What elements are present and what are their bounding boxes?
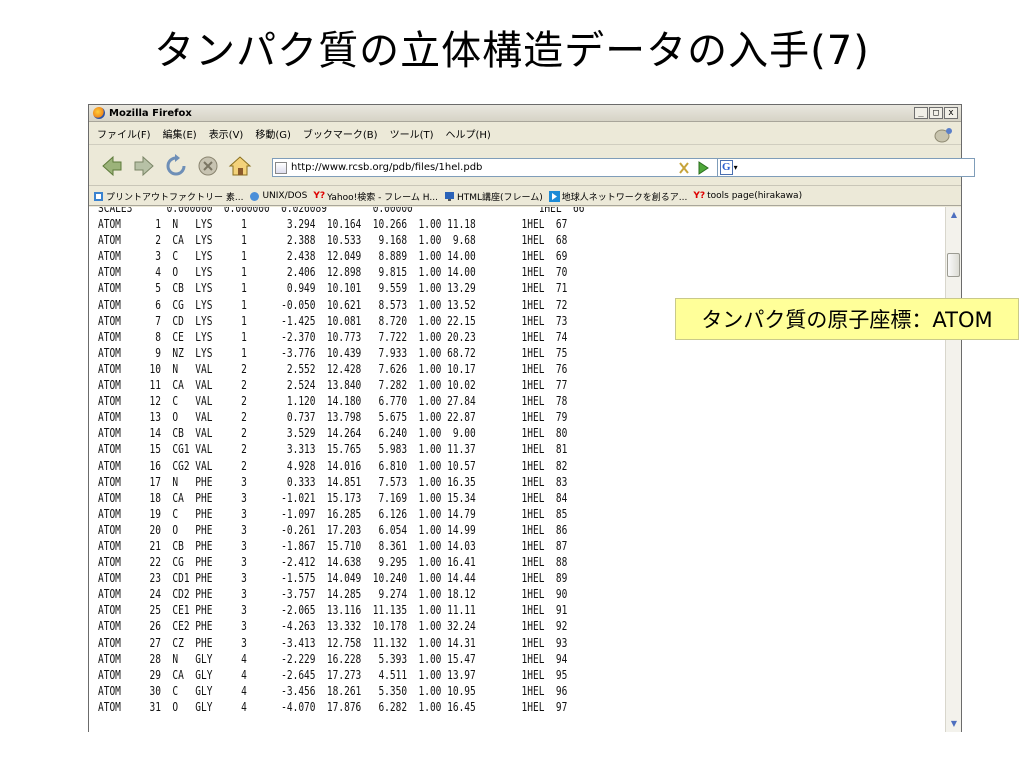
menu-bar: ファイル(F) 編集(E) 表示(V) 移動(G) ブックマーク(B) ツール(… (89, 123, 961, 145)
bookmark-label: 地球人ネットワークを創るア... (561, 192, 688, 203)
pdb-line: ATOM 18 CA PHE 3 -1.021 15.173 7.169 1.0… (98, 490, 568, 505)
throbber-icon (934, 128, 952, 143)
clear-icon[interactable] (678, 161, 690, 175)
bookmark-item[interactable]: HTML講座(フレーム) (444, 190, 543, 203)
url-text: http://www.rcsb.org/pdb/files/1hel.pdb (291, 162, 483, 173)
pdb-line: ATOM 5 CB LYS 1 0.949 10.101 9.559 1.00 … (98, 281, 568, 296)
scroll-thumb[interactable] (947, 253, 960, 277)
pdb-line: ATOM 26 CE2 PHE 3 -4.263 13.332 10.178 1… (98, 619, 568, 634)
bookmarks-toolbar: プリントアウトファクトリー 素... UNIX/DOS Y? Yahoo!検索 … (89, 187, 961, 206)
pdb-line: ATOM 22 CG PHE 3 -2.412 14.638 9.295 1.0… (98, 555, 568, 570)
google-icon: G (720, 160, 733, 175)
menu-view[interactable]: 表示(V) (209, 126, 244, 141)
pdb-line: ATOM 25 CE1 PHE 3 -2.065 13.116 11.135 1… (98, 603, 568, 618)
bookmark-item[interactable]: 地球人ネットワークを創るア... (548, 190, 688, 203)
pdb-line: ATOM 31 O GLY 4 -4.070 17.876 6.282 1.00… (98, 699, 568, 714)
pdb-line: ATOM 3 C LYS 1 2.438 12.049 8.889 1.00 1… (98, 249, 568, 264)
pdb-line: ATOM 6 CG LYS 1 -0.050 10.621 8.573 1.00… (98, 297, 568, 312)
menu-help[interactable]: ヘルプ(H) (446, 126, 491, 141)
pdb-line: ATOM 16 CG2 VAL 2 4.928 14.016 6.810 1.0… (98, 458, 568, 473)
vertical-scrollbar[interactable]: ▲ ▼ (945, 207, 961, 732)
monitor-icon (444, 191, 454, 201)
home-icon[interactable] (227, 153, 253, 179)
maximize-button[interactable]: □ (929, 107, 943, 119)
page-content: SCALE3 0.000000 0.000000 0.026089 0.0000… (89, 207, 945, 732)
printer-icon (94, 191, 103, 201)
window-controls: _ □ x (914, 107, 958, 119)
menu-edit[interactable]: 編集(E) (163, 126, 197, 141)
bookmark-item[interactable]: Y? Yahoo!検索 - フレーム H... (313, 190, 438, 203)
bookmark-item[interactable]: Y? tools page(hirakawa) (693, 191, 802, 201)
pdb-line: ATOM 21 CB PHE 3 -1.867 15.710 8.361 1.0… (98, 538, 568, 553)
pdb-line: ATOM 4 O LYS 1 2.406 12.898 9.815 1.00 1… (98, 265, 568, 280)
pdb-line: ATOM 2 CA LYS 1 2.388 10.533 9.168 1.00 … (98, 233, 568, 248)
pdb-line: ATOM 13 O VAL 2 0.737 13.798 5.675 1.00 … (98, 410, 568, 425)
pdb-line: ATOM 23 CD1 PHE 3 -1.575 14.049 10.240 1… (98, 571, 568, 586)
pdb-line: ATOM 14 CB VAL 2 3.529 14.264 6.240 1.00… (98, 426, 568, 441)
forward-arrow-icon[interactable] (131, 153, 157, 179)
pdb-line: ATOM 9 NZ LYS 1 -3.776 10.439 7.933 1.00… (98, 345, 568, 360)
scroll-down-icon[interactable]: ▼ (948, 718, 960, 730)
browser-window: Mozilla Firefox _ □ x ファイル(F) 編集(E) 表示(V… (88, 104, 975, 732)
pdb-line: ATOM 8 CE LYS 1 -2.370 10.773 7.722 1.00… (98, 329, 568, 344)
stop-icon[interactable] (195, 153, 221, 179)
pdb-line: ATOM 10 N VAL 2 2.552 12.428 7.626 1.00 … (98, 361, 568, 376)
pdb-line: ATOM 24 CD2 PHE 3 -3.757 14.285 9.274 1.… (98, 587, 568, 602)
bookmark-label: プリントアウトファクトリー 素... (106, 192, 244, 203)
menu-go[interactable]: 移動(G) (255, 126, 291, 141)
yahoo-icon: Y? (693, 191, 706, 201)
bookmark-item[interactable]: UNIX/DOS (249, 191, 307, 202)
slide-title: タンパク質の立体構造データの入手(7) (154, 28, 870, 74)
bookmark-label: HTML講座(フレーム) (456, 192, 543, 203)
bookmark-label: Yahoo!検索 - フレーム H... (327, 192, 438, 203)
pdb-line: ATOM 20 O PHE 3 -0.261 17.203 6.054 1.00… (98, 522, 568, 537)
pdb-line: ATOM 15 CG1 VAL 2 3.313 15.765 5.983 1.0… (98, 442, 568, 457)
search-engine-box[interactable]: G ▾ (717, 158, 975, 177)
pdb-line: ATOM 28 N GLY 4 -2.229 16.228 5.393 1.00… (98, 651, 568, 666)
pdb-line: ATOM 17 N PHE 3 0.333 14.851 7.573 1.00 … (98, 474, 568, 489)
pdb-line: ATOM 27 CZ PHE 3 -3.413 12.758 11.132 1.… (98, 635, 568, 650)
menu-bookmarks[interactable]: ブックマーク(B) (303, 126, 378, 141)
bookmark-item[interactable]: プリントアウトファクトリー 素... (93, 190, 243, 203)
firefox-icon (93, 107, 105, 119)
back-arrow-icon[interactable] (99, 153, 125, 179)
page-icon (275, 161, 287, 174)
pdb-line: ATOM 19 C PHE 3 -1.097 16.285 6.126 1.00… (98, 506, 568, 521)
title-bar: Mozilla Firefox _ □ x (89, 105, 961, 122)
bookmark-label: UNIX/DOS (262, 191, 308, 201)
pdb-line: ATOM 1 N LYS 1 3.294 10.164 10.266 1.00 … (98, 217, 568, 232)
atom-callout: タンパク質の原子座標：ATOM (675, 298, 1019, 340)
globe-icon (250, 191, 260, 201)
bookmark-label: tools page(hirakawa) (707, 191, 803, 201)
pdb-line: ATOM 30 C GLY 4 -3.456 18.261 5.350 1.00… (98, 683, 568, 698)
pdb-line: ATOM 7 CD LYS 1 -1.425 10.081 8.720 1.00… (98, 313, 568, 328)
scroll-up-icon[interactable]: ▲ (948, 209, 960, 221)
arrow-icon (548, 190, 560, 202)
close-button[interactable]: x (944, 107, 958, 119)
yahoo-icon: Y? (313, 191, 326, 201)
reload-icon[interactable] (163, 153, 189, 179)
chevron-down-icon: ▾ (733, 163, 738, 172)
go-icon[interactable] (697, 161, 709, 175)
pdb-line: ATOM 12 C VAL 2 1.120 14.180 6.770 1.00 … (98, 394, 568, 409)
pdb-line: SCALE3 0.000000 0.000000 0.026089 0.0000… (98, 207, 585, 215)
menu-tools[interactable]: ツール(T) (390, 126, 434, 141)
minimize-button[interactable]: _ (914, 107, 928, 119)
pdb-line: ATOM 11 CA VAL 2 2.524 13.840 7.282 1.00… (98, 378, 568, 393)
window-title: Mozilla Firefox (109, 107, 192, 119)
navigation-toolbar: http://www.rcsb.org/pdb/files/1hel.pdb G… (89, 146, 975, 186)
pdb-text: SCALE3 0.000000 0.000000 0.026089 0.0000… (98, 207, 722, 715)
menu-file[interactable]: ファイル(F) (97, 126, 151, 141)
pdb-line: ATOM 29 CA GLY 4 -2.645 17.273 4.511 1.0… (98, 667, 568, 682)
